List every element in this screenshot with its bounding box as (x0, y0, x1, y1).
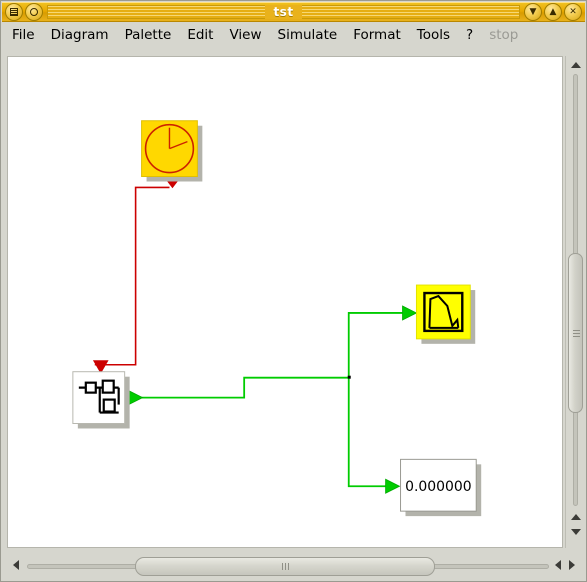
vertical-scrollbar[interactable] (565, 56, 584, 548)
scroll-up-arrow-icon[interactable] (571, 62, 581, 68)
scope-block[interactable] (415, 284, 476, 344)
window-menu-glyph-icon (10, 8, 18, 16)
window-menu-icon[interactable] (5, 3, 23, 21)
display-value: 0.000000 (405, 479, 472, 495)
menu-item-format[interactable]: Format (353, 25, 409, 45)
window-title-text: tst (265, 5, 302, 19)
menu-item-view[interactable]: View (229, 25, 269, 45)
event-target-arrow-icon (92, 360, 109, 374)
minimize-icon[interactable]: ▼ (524, 3, 542, 21)
scroll-down-arrow-icon[interactable] (571, 529, 581, 535)
close-glyph-icon: ✕ (569, 6, 577, 17)
signal-link-path-upper (133, 312, 409, 399)
close-icon[interactable]: ✕ (564, 3, 582, 21)
title-bar-rail: tst (47, 5, 520, 19)
menu-bar: File Diagram Palette Edit View Simulate … (2, 22, 585, 48)
horizontal-thumb-grip (281, 563, 289, 570)
diagram-svg: 0.000000 (72, 120, 482, 517)
scroll-left-arrow-icon[interactable] (13, 560, 19, 570)
maximize-glyph-icon: ▲ (549, 6, 557, 17)
superblock-block[interactable] (72, 371, 130, 429)
menu-item-simulate[interactable]: Simulate (278, 25, 346, 45)
link-split-point (347, 375, 351, 379)
menu-item-help[interactable]: ? (466, 25, 481, 45)
title-bar: tst ▼ ▲ ✕ (2, 2, 585, 22)
scroll-left-arrow-right-icon[interactable] (555, 560, 561, 570)
horizontal-scrollbar-thumb[interactable] (135, 557, 435, 576)
menu-item-diagram[interactable]: Diagram (51, 25, 117, 45)
menu-item-edit[interactable]: Edit (187, 25, 221, 45)
vertical-scrollbar-thumb[interactable] (568, 253, 583, 413)
window-title: tst (48, 5, 519, 20)
menu-item-stop: stop (489, 27, 519, 43)
window-shade-icon[interactable] (25, 3, 43, 21)
maximize-icon[interactable]: ▲ (544, 3, 562, 21)
minimize-glyph-icon: ▼ (529, 6, 537, 17)
scroll-right-arrow-icon[interactable] (569, 560, 575, 570)
menu-item-palette[interactable]: Palette (125, 25, 180, 45)
display-block[interactable]: 0.000000 (400, 458, 482, 517)
menu-item-file[interactable]: File (12, 25, 43, 45)
scroll-up-arrow-bottom-icon[interactable] (571, 514, 581, 520)
signal-link-superblock-to-scope-display[interactable] (128, 305, 418, 494)
application-window: tst ▼ ▲ ✕ File Diagram Palette Edit View… (0, 0, 587, 582)
event-link-clock-to-superblock[interactable] (92, 174, 184, 374)
signal-link-path-lower (347, 377, 392, 488)
diagram-canvas[interactable]: 0.000000 (7, 56, 563, 548)
window-shade-glyph-icon (30, 8, 38, 16)
clock-block[interactable] (141, 120, 203, 182)
menu-item-tools[interactable]: Tools (417, 25, 458, 45)
event-link-path (94, 186, 170, 366)
signal-source-arrow-icon (128, 389, 144, 406)
horizontal-scrollbar[interactable] (7, 556, 582, 578)
signal-display-arrow-icon (385, 478, 401, 494)
signal-scope-arrow-icon (402, 305, 418, 321)
